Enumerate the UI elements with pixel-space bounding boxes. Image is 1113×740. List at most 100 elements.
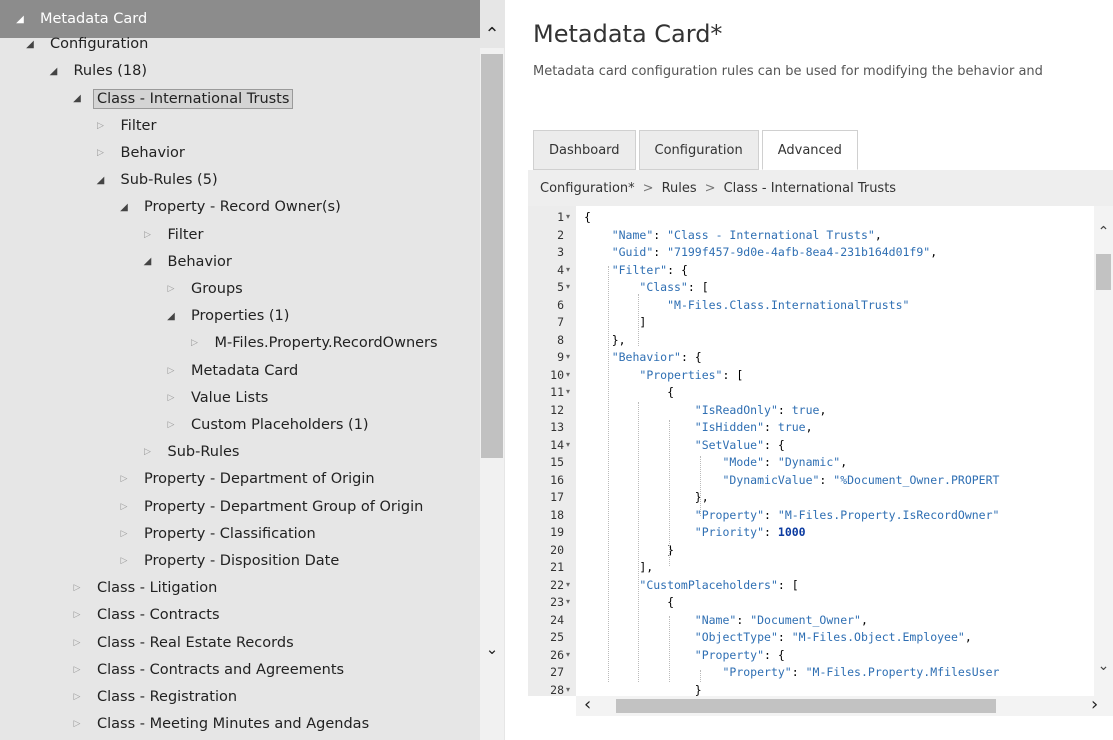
collapsed-triangle-icon[interactable]: ▷ bbox=[116, 502, 132, 512]
code-line[interactable]: { bbox=[584, 593, 674, 611]
expanded-triangle-icon[interactable]: ◢ bbox=[22, 39, 38, 50]
tree-node[interactable]: ◢ Property - Record Owner(s) bbox=[0, 194, 345, 220]
code-line[interactable]: "Class": [ bbox=[584, 278, 708, 296]
fold-arrow-icon[interactable]: ▾ bbox=[566, 366, 570, 384]
fold-arrow-icon[interactable]: ▾ bbox=[566, 436, 570, 454]
breadcrumb-item[interactable]: Rules bbox=[662, 181, 697, 196]
tree-node[interactable]: ▷ Metadata Card bbox=[0, 358, 302, 384]
tree-node[interactable]: ▷ Class - Litigation bbox=[0, 575, 221, 601]
tree-node[interactable]: ▷ Class - Meeting Minutes and Agendas bbox=[0, 711, 373, 737]
code-line[interactable]: "M-Files.Class.InternationalTrusts" bbox=[584, 296, 909, 314]
expanded-triangle-icon[interactable]: ◢ bbox=[116, 202, 132, 213]
code-line[interactable]: "Name": "Class - International Trusts", bbox=[584, 226, 882, 244]
tree-node[interactable]: ▷ Custom Placeholders (1) bbox=[0, 412, 373, 438]
collapsed-triangle-icon[interactable]: ▷ bbox=[140, 230, 156, 240]
tree-node[interactable]: ▷ Class - Contracts bbox=[0, 602, 224, 628]
fold-arrow-icon[interactable]: ▾ bbox=[566, 681, 570, 699]
editor-vertical-scrollbar[interactable]: ⌃ ⌄ bbox=[1094, 206, 1113, 696]
code-line[interactable]: "IsHidden": true, bbox=[584, 418, 813, 436]
tree-node[interactable]: ▷ Property - Department of Origin bbox=[0, 466, 379, 492]
fold-arrow-icon[interactable]: ▾ bbox=[566, 383, 570, 401]
breadcrumb-item[interactable]: Class - International Trusts bbox=[724, 181, 897, 196]
tree-scrollbar-thumb[interactable] bbox=[481, 54, 503, 458]
code-line[interactable]: "Behavior": { bbox=[584, 348, 702, 366]
tree-node[interactable]: ◢ Properties (1) bbox=[0, 303, 293, 329]
collapsed-triangle-icon[interactable]: ▷ bbox=[116, 474, 132, 484]
collapsed-triangle-icon[interactable]: ▷ bbox=[69, 610, 85, 620]
breadcrumb-item[interactable]: Configuration* bbox=[540, 181, 635, 196]
tab-dashboard[interactable]: Dashboard bbox=[533, 130, 636, 170]
tree-node[interactable]: ◢ Class - International Trusts bbox=[0, 86, 294, 112]
fold-arrow-icon[interactable]: ▾ bbox=[566, 646, 570, 664]
code-line[interactable]: "Property": "M-Files.Property.IsRecordOw… bbox=[584, 506, 1000, 524]
expanded-triangle-icon[interactable]: ◢ bbox=[163, 311, 179, 322]
collapsed-triangle-icon[interactable]: ▷ bbox=[69, 638, 85, 648]
tree-node[interactable]: ▷ Groups bbox=[0, 276, 247, 302]
scroll-left-icon[interactable]: ‹ bbox=[584, 694, 591, 715]
scroll-right-icon[interactable]: › bbox=[1091, 694, 1098, 715]
collapsed-triangle-icon[interactable]: ▷ bbox=[140, 447, 156, 457]
tree-node[interactable]: ▷ Class - Contracts and Agreements bbox=[0, 657, 348, 683]
tree-node[interactable]: ◢ Rules (18) bbox=[0, 58, 151, 84]
collapsed-triangle-icon[interactable]: ▷ bbox=[163, 366, 179, 376]
code-line[interactable]: "SetValue": { bbox=[584, 436, 785, 454]
code-line[interactable]: { bbox=[584, 208, 591, 226]
code-line[interactable]: } bbox=[584, 541, 674, 559]
tree-scrollbar[interactable]: ⌄ bbox=[480, 48, 504, 740]
tree-node[interactable]: ▷ Property - Classification bbox=[0, 521, 320, 547]
expanded-triangle-icon[interactable]: ◢ bbox=[69, 93, 85, 104]
code-line[interactable]: "CustomPlaceholders": [ bbox=[584, 576, 798, 594]
code-line[interactable]: "Name": "Document_Owner", bbox=[584, 611, 868, 629]
fold-arrow-icon[interactable]: ▾ bbox=[566, 278, 570, 296]
code-line[interactable]: "DynamicValue": "%Document_Owner.PROPERT bbox=[584, 471, 999, 489]
code-line[interactable]: "Mode": "Dynamic", bbox=[584, 453, 847, 471]
expanded-triangle-icon[interactable]: ◢ bbox=[12, 14, 28, 25]
tree-node[interactable]: ▷ Sub-Rules bbox=[0, 439, 243, 465]
collapsed-triangle-icon[interactable]: ▷ bbox=[163, 284, 179, 294]
code-line[interactable]: ], bbox=[584, 558, 653, 576]
editor-hscroll-thumb[interactable] bbox=[616, 699, 996, 713]
collapsed-triangle-icon[interactable]: ▷ bbox=[69, 665, 85, 675]
collapsed-triangle-icon[interactable]: ▷ bbox=[69, 692, 85, 702]
tree-scroll-down-icon[interactable]: ⌄ bbox=[480, 638, 504, 660]
collapsed-triangle-icon[interactable]: ▷ bbox=[163, 393, 179, 403]
code-line[interactable]: "Property": "M-Files.Property.MfilesUser bbox=[584, 663, 999, 681]
collapsed-triangle-icon[interactable]: ▷ bbox=[93, 121, 109, 131]
tree-node[interactable]: ▷ M-Files.Property.RecordOwners bbox=[0, 330, 442, 356]
tree-node[interactable]: ▷ Class - Real Estate Records bbox=[0, 630, 298, 656]
tree-node[interactable]: ◢ Configuration bbox=[0, 31, 152, 57]
code-line[interactable]: "Property": { bbox=[584, 646, 785, 664]
expanded-triangle-icon[interactable]: ◢ bbox=[93, 175, 109, 186]
collapsed-triangle-icon[interactable]: ▷ bbox=[116, 529, 132, 539]
code-line[interactable]: }, bbox=[584, 331, 626, 349]
scroll-up-icon[interactable]: ⌃ bbox=[1094, 224, 1113, 240]
json-editor[interactable]: 1 ▾ 2 3 4 ▾ 5 ▾ 6 7 8 9 ▾ 10 ▾ 11 ▾ 12 13 14 ▾ 15 16 17 18 19 20 21… bbox=[528, 206, 1113, 716]
scroll-down-icon[interactable]: ⌄ bbox=[1094, 658, 1113, 674]
editor-vscroll-thumb[interactable] bbox=[1096, 254, 1111, 290]
fold-arrow-icon[interactable]: ▾ bbox=[566, 348, 570, 366]
expanded-triangle-icon[interactable]: ◢ bbox=[140, 256, 156, 267]
tab-advanced[interactable]: Advanced bbox=[761, 130, 858, 170]
fold-arrow-icon[interactable]: ▾ bbox=[566, 576, 570, 594]
tab-configuration[interactable]: Configuration bbox=[638, 130, 759, 170]
tree-node[interactable]: ▷ Property - Disposition Date bbox=[0, 548, 343, 574]
code-line[interactable]: "Guid": "7199f457-9d0e-4afb-8ea4-231b164… bbox=[584, 243, 937, 261]
tree-node[interactable]: ▷ Filter bbox=[0, 113, 160, 139]
collapsed-triangle-icon[interactable]: ▷ bbox=[163, 420, 179, 430]
tree-node[interactable]: ▷ Behavior bbox=[0, 140, 189, 166]
editor-horizontal-scrollbar[interactable]: ‹ › bbox=[576, 694, 1113, 716]
tree-node[interactable]: ◢ Behavior bbox=[0, 249, 236, 275]
tree-node[interactable]: ▷ Class - Registration bbox=[0, 684, 241, 710]
code-line[interactable]: "ObjectType": "M-Files.Object.Employee", bbox=[584, 628, 972, 646]
expanded-triangle-icon[interactable]: ◢ bbox=[46, 66, 62, 77]
tree-node[interactable]: ▷ Value Lists bbox=[0, 385, 272, 411]
code-line[interactable]: "IsReadOnly": true, bbox=[584, 401, 827, 419]
fold-arrow-icon[interactable]: ▾ bbox=[566, 593, 570, 611]
code-line[interactable]: "Filter": { bbox=[584, 261, 688, 279]
tree-node[interactable]: ◢ Sub-Rules (5) bbox=[0, 167, 222, 193]
code-line[interactable]: ] bbox=[584, 313, 646, 331]
code-line[interactable]: "Priority": 1000 bbox=[584, 523, 806, 541]
tree-node[interactable]: ▷ Property - Department Group of Origin bbox=[0, 494, 427, 520]
collapsed-triangle-icon[interactable]: ▷ bbox=[69, 719, 85, 729]
collapsed-triangle-icon[interactable]: ▷ bbox=[69, 583, 85, 593]
